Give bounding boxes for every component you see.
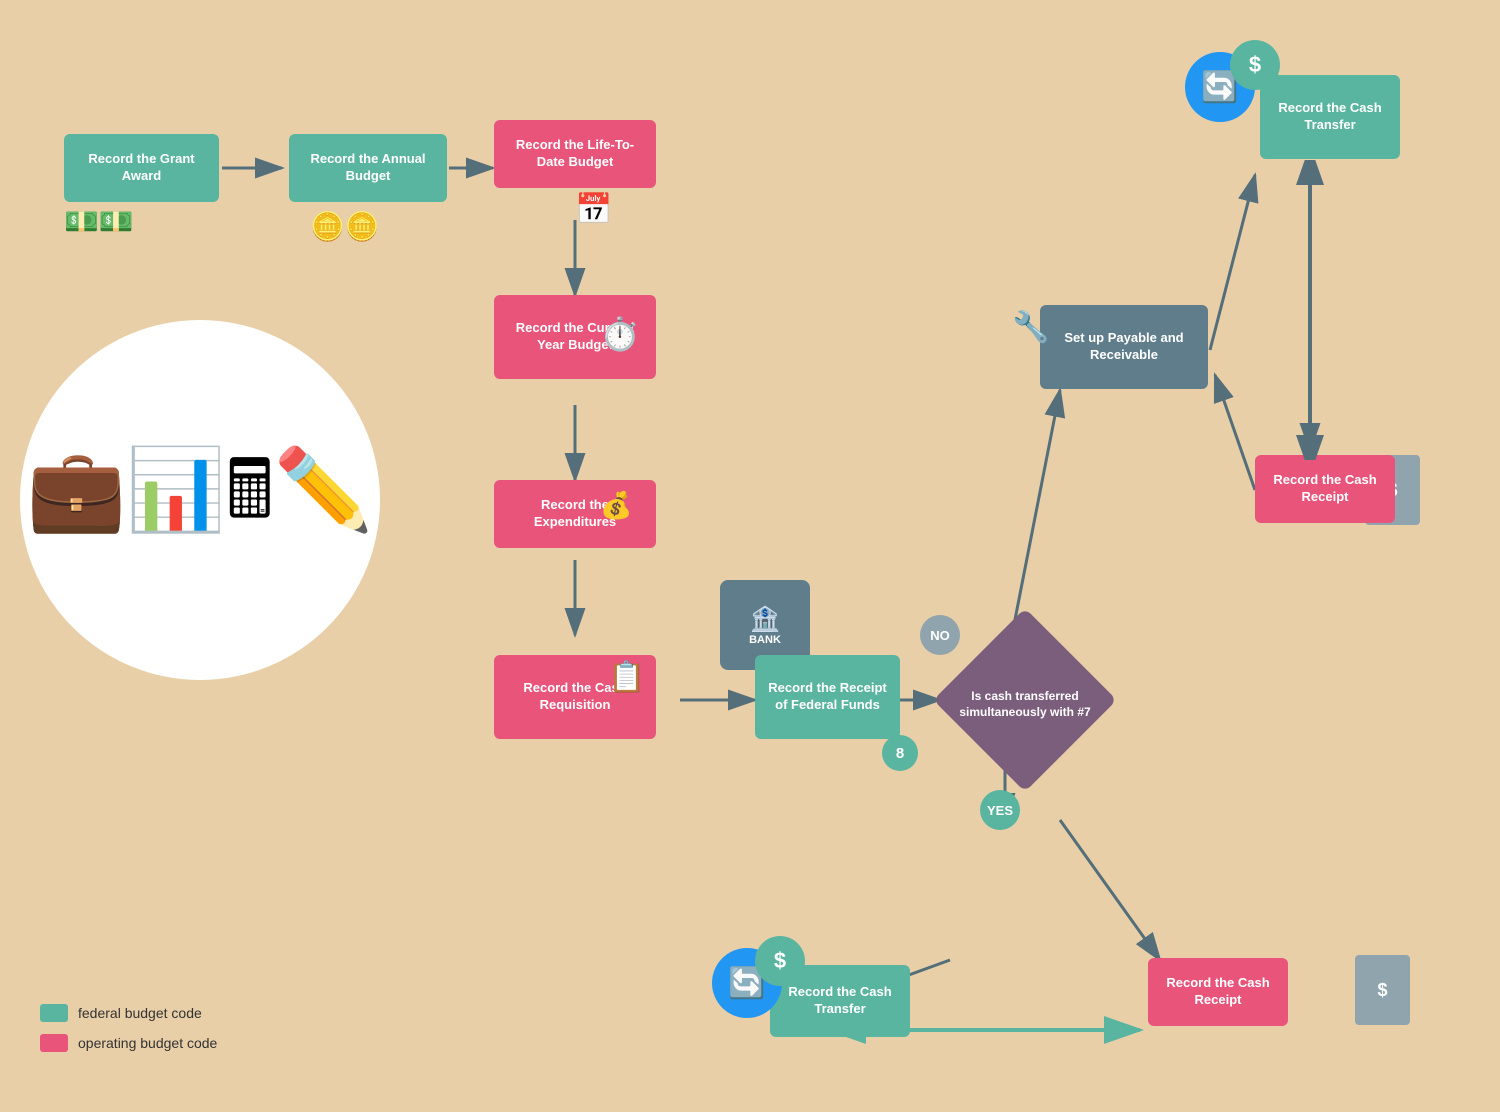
step-8-circle: 8 (882, 735, 918, 771)
stopwatch-icon: ⏱️ (600, 315, 640, 353)
record-life-to-date-box: Record the Life-To-Date Budget (494, 120, 656, 188)
decision-text: Is cash transferred simultaneously with … (950, 640, 1100, 770)
cash-stack-icon: 💰 (600, 490, 632, 521)
money-icon: 💵💵 (64, 205, 134, 238)
record-cash-receipt-top-box: Record the Cash Receipt (1255, 455, 1395, 523)
yes-label: YES (980, 790, 1020, 830)
no-label: NO (920, 615, 960, 655)
record-grant-award-box: Record the Grant Award (64, 134, 219, 202)
calendar-icon: 📅 (575, 192, 612, 227)
dollar-icon-top: $ (1230, 40, 1280, 90)
illustration-circle: 💼📊🖩✏️ (20, 320, 380, 680)
record-cash-transfer-top-box: Record the Cash Transfer (1260, 75, 1400, 159)
double-arrow-vertical (1295, 160, 1325, 460)
legend-operating-box (40, 1034, 68, 1052)
legend-federal-box (40, 1004, 68, 1022)
legend: federal budget code operating budget cod… (40, 1004, 217, 1052)
document-icon: 📋 (608, 660, 645, 695)
life-to-date-label: Record the Life-To-Date Budget (502, 137, 648, 171)
record-annual-budget-box: Record the Annual Budget (289, 134, 447, 202)
record-receipt-federal-box: Record the Receipt of Federal Funds (755, 655, 900, 739)
illustration-icon: 💼📊🖩✏️ (27, 432, 374, 568)
wrench-icon: 🔧 (1012, 310, 1049, 345)
dollar-icon-bottom: $ (755, 936, 805, 986)
record-cash-receipt-bot-box: Record the Cash Receipt (1148, 958, 1288, 1026)
legend-operating: operating budget code (40, 1034, 217, 1052)
setup-payable-box: Set up Payable and Receivable (1040, 305, 1208, 389)
coins-icon: 🪙🪙 (310, 210, 380, 243)
receipt-icon-bottom: $ (1355, 955, 1410, 1025)
legend-federal: federal budget code (40, 1004, 217, 1022)
flowchart-container: 💼📊🖩✏️ Record the Grant Award 💵💵 Record t… (0, 0, 1500, 1112)
